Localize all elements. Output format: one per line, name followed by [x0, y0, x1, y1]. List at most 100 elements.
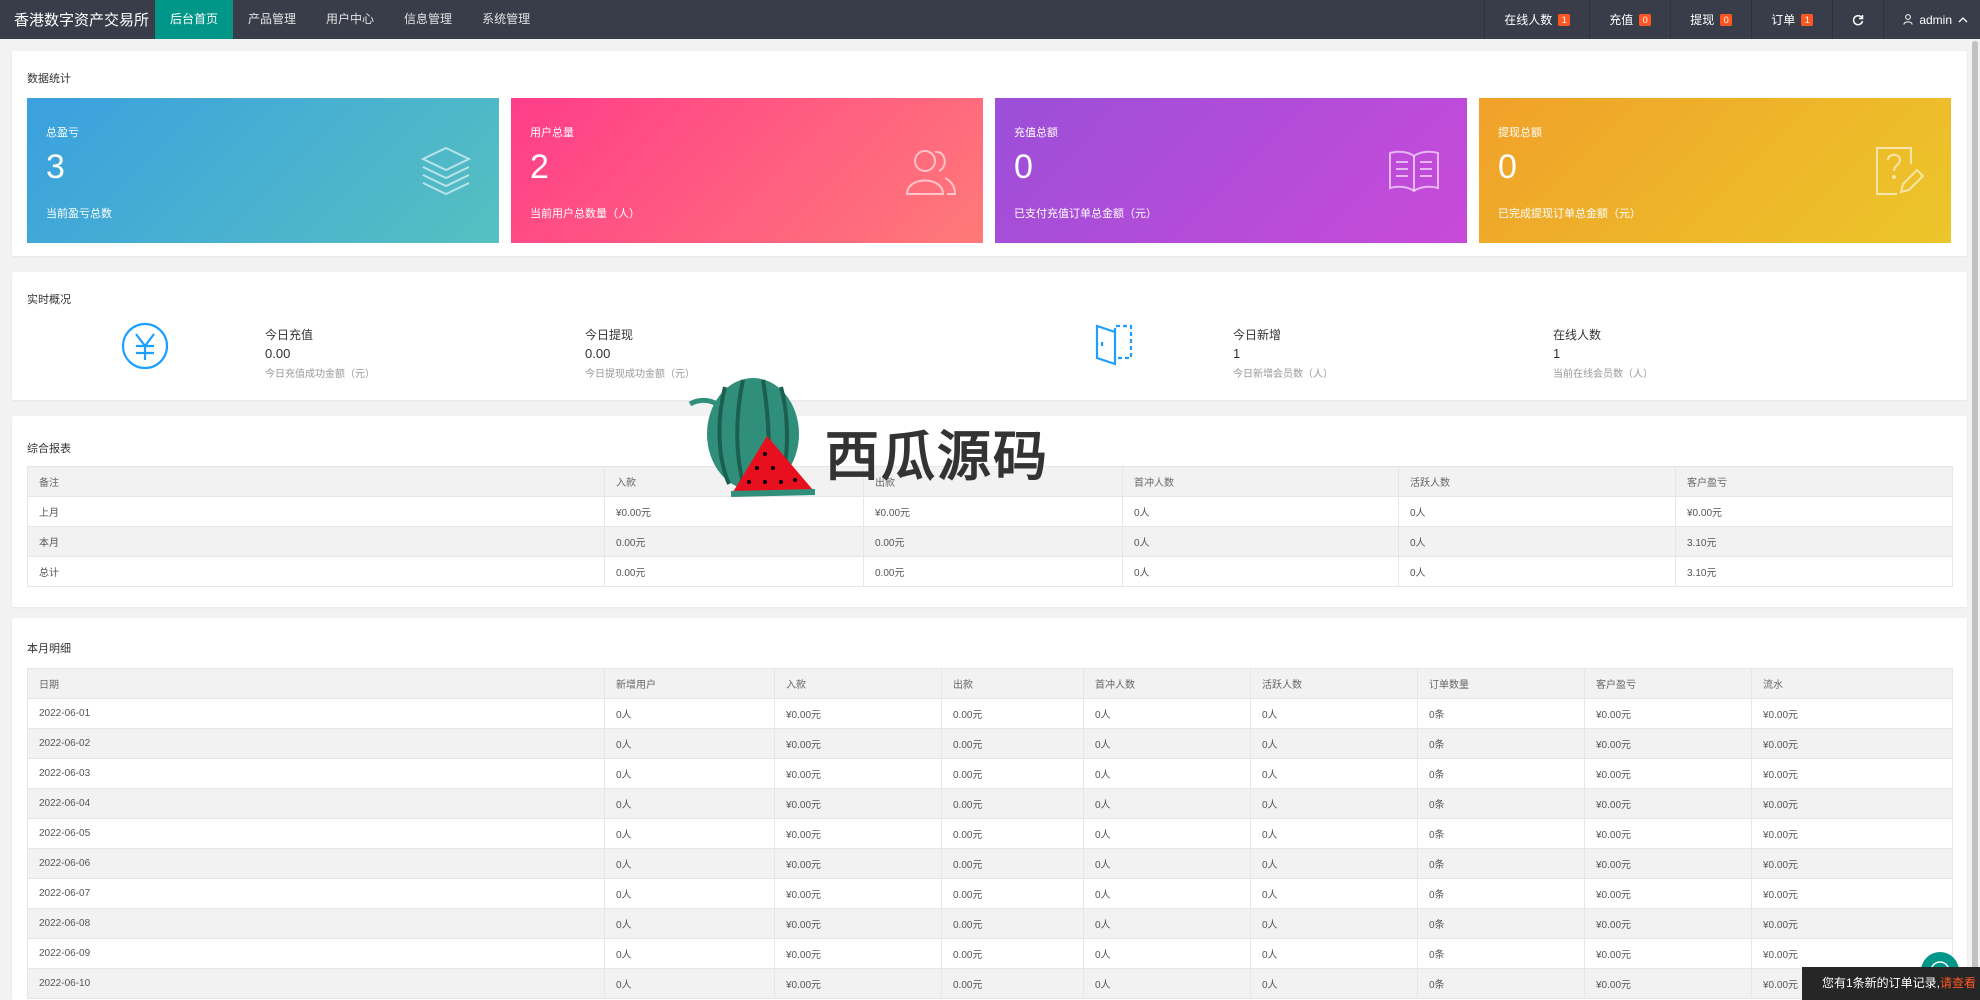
stat-value: 3 [46, 148, 65, 186]
table-row: 2022-06-08 0人 ¥0.00元 0.00元 0人 0人 0条 ¥0.00元 ¥0.00… [27, 908, 1953, 939]
table-cell: 2022-06-08 [27, 908, 605, 939]
orders-label: 订单 [1771, 13, 1796, 27]
table-cell: 0.00元 [941, 818, 1084, 849]
table-cell: 0人 [604, 938, 775, 969]
stat-card-withdraw: 提现总额 0 已完成提现订单总金额（元） [1479, 98, 1951, 243]
order-notification-toast[interactable]: 您有1条新的订单记录,请查看 [1802, 967, 1980, 1000]
nav-item-info[interactable]: 信息管理 [389, 0, 467, 39]
column-header: 入款 [774, 668, 942, 699]
table-cell: 0.00元 [863, 556, 1123, 587]
table-cell: ¥0.00元 [1584, 908, 1752, 939]
column-header: 客户盈亏 [1584, 668, 1752, 699]
column-header: 活跃人数 [1250, 668, 1418, 699]
table-cell: ¥0.00元 [1584, 938, 1752, 969]
table-cell: 0人 [1122, 526, 1399, 557]
table-cell: 0人 [604, 698, 775, 729]
table-cell: ¥0.00元 [1584, 818, 1752, 849]
table-row: 2022-06-02 0人 ¥0.00元 0.00元 0人 0人 0条 ¥0.00元 ¥0.00… [27, 728, 1953, 759]
report-title: 综合报表 [27, 443, 71, 455]
stat-label: 充值总额 [1014, 127, 1058, 139]
users-icon [905, 150, 957, 195]
refresh-icon [1853, 14, 1864, 25]
stat-label: 总盈亏 [46, 127, 79, 139]
column-header: 流水 [1751, 668, 1953, 699]
table-cell: 0人 [604, 878, 775, 909]
table-row: 2022-06-05 0人 ¥0.00元 0.00元 0人 0人 0条 ¥0.00元 ¥0.00… [27, 818, 1953, 849]
table-cell: ¥0.00元 [1751, 878, 1953, 909]
table-cell: 2022-06-06 [27, 848, 605, 879]
column-header: 活跃人数 [1398, 466, 1676, 497]
table-cell: 0人 [1250, 728, 1418, 759]
orders-button[interactable]: 订单 1 [1751, 0, 1832, 39]
toast-view-link[interactable]: 请查看 [1940, 976, 1976, 990]
nav-item-home[interactable]: 后台首页 [155, 0, 234, 39]
nav-item-products[interactable]: 产品管理 [233, 0, 311, 39]
user-menu[interactable]: admin [1883, 0, 1980, 39]
table-cell: 0人 [1250, 908, 1418, 939]
table-cell: 0人 [1122, 556, 1399, 587]
top-navbar: 香港数字资产交易所 后台首页 产品管理 用户中心 信息管理 系统管理 在线人数 … [0, 0, 1980, 39]
watermelon-logo [688, 378, 816, 497]
column-header: 新增用户 [604, 668, 775, 699]
table-cell: 2022-06-09 [27, 938, 605, 969]
nav-item-users[interactable]: 用户中心 [311, 0, 389, 39]
scrollbar-thumb[interactable] [1972, 41, 1978, 996]
stat-sub: 已完成提现订单总金额（元） [1498, 208, 1641, 220]
stat-sub: 当前用户总数量（人） [530, 208, 640, 220]
table-row: 2022-06-10 0人 ¥0.00元 0.00元 0人 0人 0条 ¥0.00元 ¥0.00… [27, 968, 1953, 999]
table-cell: 0人 [604, 848, 775, 879]
table-cell: ¥0.00元 [774, 968, 942, 999]
stat-card-profit: 总盈亏 3 当前盈亏总数 [27, 98, 499, 243]
table-cell: ¥0.00元 [774, 758, 942, 789]
table-cell: 3.10元 [1675, 556, 1953, 587]
online-badge: 1 [1558, 13, 1571, 26]
stat-label: 用户总量 [530, 127, 574, 139]
realtime-item-sub: 当前在线会员数（人） [1553, 369, 1653, 380]
recharge-button[interactable]: 充值 0 [1589, 0, 1670, 39]
table-row: 总计 0.00元 0.00元 0人 0人 3.10元 [27, 556, 1953, 587]
table-cell: 0人 [604, 968, 775, 999]
realtime-item: 今日提现 0.00 今日提现成功金额（元） [585, 326, 695, 380]
nav-item-system[interactable]: 系统管理 [467, 0, 545, 39]
table-cell: 2022-06-02 [27, 728, 605, 759]
table-cell: ¥0.00元 [1584, 698, 1752, 729]
refresh-button[interactable] [1832, 0, 1883, 39]
table-cell: ¥0.00元 [774, 848, 942, 879]
table-cell: ¥0.00元 [1751, 728, 1953, 759]
online-count-button[interactable]: 在线人数 1 [1484, 0, 1589, 39]
withdraw-button[interactable]: 提现 0 [1670, 0, 1751, 39]
main-nav: 后台首页 产品管理 用户中心 信息管理 系统管理 [155, 0, 545, 39]
table-cell: 0条 [1417, 878, 1585, 909]
table-cell: 0.00元 [604, 556, 864, 587]
table-row: 2022-06-04 0人 ¥0.00元 0.00元 0人 0人 0条 ¥0.00元 ¥0.00… [27, 788, 1953, 819]
table-cell: 上月 [27, 496, 605, 527]
table-cell: 0人 [604, 908, 775, 939]
table-cell: 0条 [1417, 908, 1585, 939]
table-cell: ¥0.00元 [1584, 878, 1752, 909]
chevron-up-icon [1958, 16, 1968, 22]
table-cell: 2022-06-01 [27, 698, 605, 729]
stat-card-recharge: 充值总额 0 已支付充值订单总金额（元） [995, 98, 1467, 243]
table-cell: ¥0.00元 [1751, 758, 1953, 789]
column-header: 订单数量 [1417, 668, 1585, 699]
watermark-text: 西瓜源码 [825, 427, 1049, 487]
table-cell: 0人 [1083, 968, 1251, 999]
realtime-item-title: 今日提现 [585, 328, 634, 342]
table-row: 2022-06-01 0人 ¥0.00元 0.00元 0人 0人 0条 ¥0.00元 ¥0.00… [27, 698, 1953, 729]
table-cell: 0人 [1083, 938, 1251, 969]
table-cell: ¥0.00元 [1584, 758, 1752, 789]
column-header: 客户盈亏 [1675, 466, 1953, 497]
table-cell: ¥0.00元 [1675, 496, 1953, 527]
table-cell: 0人 [1083, 848, 1251, 879]
monthly-header-row: 日期 新增用户 入款 出款 首冲人数 活跃人数 订单数量 客户盈亏 流水 [27, 668, 1953, 699]
table-cell: 0条 [1417, 788, 1585, 819]
monthly-title: 本月明细 [27, 643, 71, 655]
table-cell: ¥0.00元 [1751, 698, 1953, 729]
monthly-panel: 本月明细 日期 新增用户 入款 出款 首冲人数 活跃人数 订单数量 客户盈亏 流… [12, 618, 1967, 1000]
table-cell: 2022-06-03 [27, 758, 605, 789]
table-cell: 2022-06-07 [27, 878, 605, 909]
table-cell: 0.00元 [941, 938, 1084, 969]
table-cell: 0人 [604, 728, 775, 759]
table-cell: ¥0.00元 [774, 818, 942, 849]
table-cell: ¥0.00元 [1584, 848, 1752, 879]
